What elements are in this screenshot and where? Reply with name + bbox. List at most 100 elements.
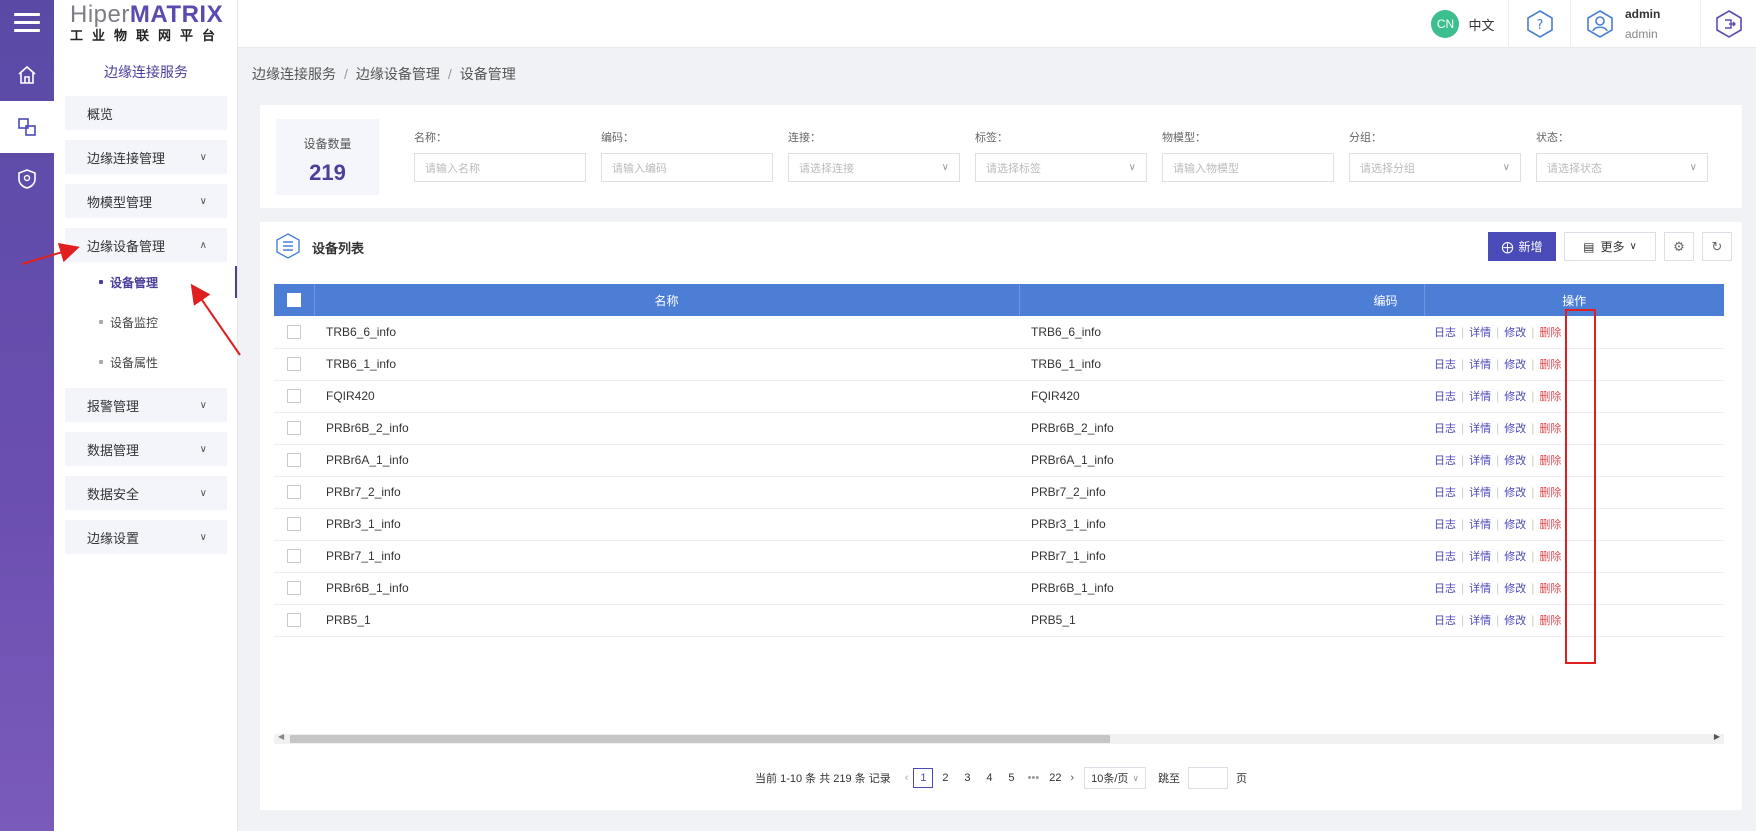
edit-link[interactable]: 修改 xyxy=(1504,583,1526,595)
edit-link[interactable]: 修改 xyxy=(1504,551,1526,563)
sidebar-sub-device-management[interactable]: 设备管理 xyxy=(65,262,237,302)
horizontal-scrollbar[interactable]: ◀ ▶ xyxy=(274,732,1724,744)
log-link[interactable]: 日志 xyxy=(1434,391,1456,403)
thing-model-input[interactable]: 请输入物模型 xyxy=(1162,153,1334,182)
column-header-name[interactable]: 名称 xyxy=(314,284,1020,316)
row-checkbox[interactable] xyxy=(287,389,301,404)
menu-toggle-icon[interactable] xyxy=(14,13,40,33)
log-link[interactable]: 日志 xyxy=(1434,583,1456,595)
detail-link[interactable]: 详情 xyxy=(1469,551,1491,563)
table-row[interactable]: PRB5_1 PRB5_1 日志 | 详情 | 修改 | 删除 xyxy=(274,604,1724,636)
page-ellipsis[interactable]: ••• xyxy=(1023,768,1043,788)
edit-link[interactable]: 修改 xyxy=(1504,359,1526,371)
delete-link[interactable]: 删除 xyxy=(1539,519,1561,531)
sidebar-item-edge-device[interactable]: 边缘设备管理 ∧ xyxy=(65,228,227,262)
log-link[interactable]: 日志 xyxy=(1434,615,1456,627)
sidebar-item-edge-settings[interactable]: 边缘设置 ∨ xyxy=(65,520,227,554)
refresh-icon[interactable]: ↻ xyxy=(1702,232,1732,261)
row-checkbox[interactable] xyxy=(287,517,301,532)
row-checkbox[interactable] xyxy=(287,325,301,340)
logout-icon[interactable] xyxy=(1700,0,1756,48)
settings-gear-icon[interactable]: ⚙ xyxy=(1664,232,1694,261)
delete-link[interactable]: 删除 xyxy=(1539,487,1561,499)
delete-link[interactable]: 删除 xyxy=(1539,327,1561,339)
row-checkbox[interactable] xyxy=(287,485,301,500)
log-link[interactable]: 日志 xyxy=(1434,327,1456,339)
home-icon[interactable] xyxy=(0,49,54,101)
page-size-select[interactable]: 10条/页 ∨ xyxy=(1084,767,1146,789)
delete-link[interactable]: 删除 xyxy=(1539,583,1561,595)
delete-link[interactable]: 删除 xyxy=(1539,455,1561,467)
table-row[interactable]: PRBr6A_1_info PRBr6A_1_info 日志 | 详情 | 修改 | 删除 xyxy=(274,444,1724,476)
edit-link[interactable]: 修改 xyxy=(1504,327,1526,339)
log-link[interactable]: 日志 xyxy=(1434,519,1456,531)
edge-connect-icon[interactable] xyxy=(0,101,54,153)
log-link[interactable]: 日志 xyxy=(1434,551,1456,563)
status-select[interactable]: 请选择状态 ∨ xyxy=(1536,153,1708,182)
table-row[interactable]: PRBr6B_2_info PRBr6B_2_info 日志 | 详情 | 修改 | 删除 xyxy=(274,412,1724,444)
name-input[interactable]: 请输入名称 xyxy=(414,153,586,182)
edit-link[interactable]: 修改 xyxy=(1504,391,1526,403)
connection-select[interactable]: 请选择连接 ∨ xyxy=(788,153,960,182)
row-checkbox[interactable] xyxy=(287,453,301,468)
jump-page-input[interactable] xyxy=(1187,767,1228,789)
delete-link[interactable]: 删除 xyxy=(1539,615,1561,627)
breadcrumb-item[interactable]: 边缘连接服务 xyxy=(252,66,336,82)
group-select[interactable]: 请选择分组 ∨ xyxy=(1349,153,1521,182)
table-row[interactable]: TRB6_6_info TRB6_6_info 日志 | 详情 | 修改 | 删除 xyxy=(274,316,1724,348)
row-checkbox[interactable] xyxy=(287,613,301,628)
column-header-code[interactable]: 编码 xyxy=(1019,284,1425,316)
row-checkbox[interactable] xyxy=(287,357,301,372)
detail-link[interactable]: 详情 xyxy=(1469,327,1491,339)
detail-link[interactable]: 详情 xyxy=(1469,391,1491,403)
page-button[interactable]: 4 xyxy=(979,768,999,788)
tag-select[interactable]: 请选择标签 ∨ xyxy=(975,153,1147,182)
help-icon[interactable]: ? xyxy=(1508,0,1570,48)
log-link[interactable]: 日志 xyxy=(1434,359,1456,371)
sidebar-item-alarm[interactable]: 报警管理 ∨ xyxy=(65,388,227,422)
scrollbar-thumb[interactable] xyxy=(290,735,1110,743)
sidebar-item-data[interactable]: 数据管理 ∨ xyxy=(65,432,227,466)
table-row[interactable]: PRBr3_1_info PRBr3_1_info 日志 | 详情 | 修改 | 删除 xyxy=(274,508,1724,540)
log-link[interactable]: 日志 xyxy=(1434,487,1456,499)
edit-link[interactable]: 修改 xyxy=(1504,519,1526,531)
table-row[interactable]: PRBr7_2_info PRBr7_2_info 日志 | 详情 | 修改 | 删除 xyxy=(274,476,1724,508)
detail-link[interactable]: 详情 xyxy=(1469,455,1491,467)
sidebar-item-thing-model[interactable]: 物模型管理 ∨ xyxy=(65,184,227,218)
edit-link[interactable]: 修改 xyxy=(1504,487,1526,499)
detail-link[interactable]: 详情 xyxy=(1469,423,1491,435)
breadcrumb-item[interactable]: 边缘设备管理 xyxy=(356,66,440,82)
page-button[interactable]: 5 xyxy=(1001,768,1021,788)
sidebar-sub-device-property[interactable]: 设备属性 xyxy=(65,342,227,382)
row-checkbox[interactable] xyxy=(287,549,301,564)
page-button[interactable]: 1 xyxy=(913,768,934,788)
security-shield-icon[interactable] xyxy=(0,153,54,205)
sidebar-sub-device-monitor[interactable]: 设备监控 xyxy=(65,302,227,342)
edit-link[interactable]: 修改 xyxy=(1504,615,1526,627)
delete-link[interactable]: 删除 xyxy=(1539,423,1561,435)
detail-link[interactable]: 详情 xyxy=(1469,583,1491,595)
log-link[interactable]: 日志 xyxy=(1434,423,1456,435)
user-menu[interactable]: admin admin xyxy=(1570,0,1700,48)
table-row[interactable]: TRB6_1_info TRB6_1_info 日志 | 详情 | 修改 | 删除 xyxy=(274,348,1724,380)
sidebar-item-data-security[interactable]: 数据安全 ∨ xyxy=(65,476,227,510)
delete-link[interactable]: 删除 xyxy=(1539,551,1561,563)
log-link[interactable]: 日志 xyxy=(1434,455,1456,467)
row-checkbox[interactable] xyxy=(287,581,301,596)
detail-link[interactable]: 详情 xyxy=(1469,519,1491,531)
detail-link[interactable]: 详情 xyxy=(1469,359,1491,371)
sidebar-item-overview[interactable]: 概览 xyxy=(65,96,227,130)
table-row[interactable]: FQIR420 FQIR420 日志 | 详情 | 修改 | 删除 xyxy=(274,380,1724,412)
page-button[interactable]: 22 xyxy=(1045,768,1065,788)
delete-link[interactable]: 删除 xyxy=(1539,359,1561,371)
page-button[interactable]: 2 xyxy=(935,768,955,788)
add-device-button[interactable]: ⨁ 新增 xyxy=(1488,232,1556,261)
edit-link[interactable]: 修改 xyxy=(1504,455,1526,467)
edit-link[interactable]: 修改 xyxy=(1504,423,1526,435)
scroll-right-icon[interactable]: ▶ xyxy=(1714,732,1720,741)
next-page-icon[interactable]: › xyxy=(1070,772,1074,784)
scroll-left-icon[interactable]: ◀ xyxy=(278,732,284,741)
more-button[interactable]: ▤ 更多 ∨ xyxy=(1564,232,1656,261)
language-switch[interactable]: CN 中文 xyxy=(1408,0,1518,48)
table-row[interactable]: PRBr7_1_info PRBr7_1_info 日志 | 详情 | 修改 | 删除 xyxy=(274,540,1724,572)
